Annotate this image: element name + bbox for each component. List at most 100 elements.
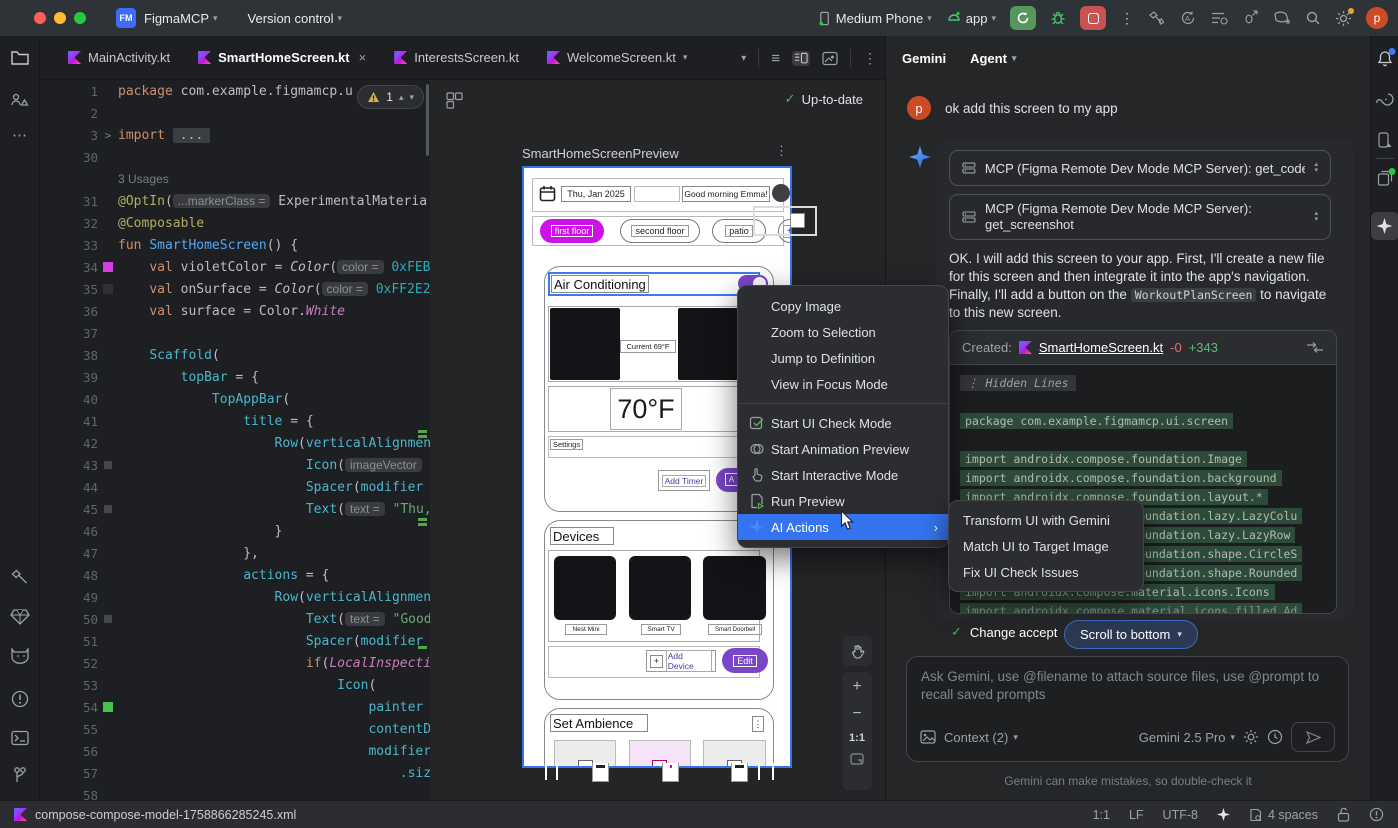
screenshot-icon[interactable] — [822, 51, 838, 66]
history-icon[interactable] — [1267, 729, 1283, 745]
send-button[interactable] — [1291, 722, 1335, 752]
close-window-button[interactable] — [34, 12, 46, 24]
split-editor-icon[interactable] — [792, 51, 810, 66]
project-menu[interactable]: FigmaMCP▾ — [144, 11, 218, 26]
expand-icon[interactable]: ▴▾ — [1314, 211, 1318, 223]
gemini-status-icon[interactable] — [1217, 808, 1230, 821]
stop-button[interactable] — [1080, 6, 1106, 30]
tab-list-dropdown[interactable]: ▾ — [741, 53, 746, 64]
settings-button[interactable] — [1335, 10, 1352, 27]
editor-scrollbar[interactable] — [426, 84, 429, 156]
gemini-input-box[interactable]: Ask Gemini, use @filename to attach sour… — [906, 656, 1349, 762]
pan-tool-button[interactable] — [842, 636, 872, 666]
tab-agent[interactable]: Agent▾ — [970, 51, 1016, 66]
debug-icon[interactable] — [1050, 10, 1066, 26]
edit-button[interactable]: Edit — [722, 648, 768, 673]
tool-call-get-screenshot[interactable]: MCP (Figma Remote Dev Mode MCP Server): … — [949, 194, 1331, 240]
zoom-actual-size-button[interactable]: 1:1 — [849, 732, 865, 744]
menu-item-zoom-to-selection[interactable]: Zoom to Selection — [738, 319, 948, 345]
status-file-name[interactable]: compose-compose-model-1758866285245.xml — [35, 808, 296, 822]
chip-first-floor[interactable]: first floor — [540, 219, 604, 243]
color-swatch-icon[interactable] — [103, 262, 113, 272]
build-icon[interactable] — [1148, 10, 1166, 26]
attach-image-icon[interactable] — [920, 730, 936, 744]
logcat-icon[interactable] — [10, 648, 30, 665]
resource-manager-icon[interactable] — [10, 92, 30, 108]
color-swatch-icon[interactable] — [103, 284, 113, 294]
gear-icon[interactable] — [1243, 729, 1259, 745]
editor-list-icon[interactable]: ≡ — [771, 50, 780, 67]
maximize-window-button[interactable] — [74, 12, 86, 24]
rerun-button[interactable] — [1010, 6, 1036, 30]
submenu-item-transform-ui-with-gemini[interactable]: Transform UI with Gemini — [949, 507, 1143, 533]
code-editor[interactable]: 1package com.example.figmamcp.u23>import… — [40, 80, 430, 800]
next-issue-icon[interactable]: ▾ — [409, 92, 414, 103]
tab-welcomescreen-kt[interactable]: WelcomeScreen.kt▾ — [533, 36, 701, 80]
version-control-icon[interactable] — [12, 766, 28, 784]
preview-options-icon[interactable]: ⋮ — [775, 143, 788, 159]
ambience-options-icon[interactable]: ⋮ — [752, 716, 764, 732]
profiler-icon[interactable] — [1242, 10, 1259, 26]
problems-icon[interactable] — [11, 690, 29, 708]
tool-call-get-code[interactable]: MCP (Figma Remote Dev Mode MCP Server): … — [949, 150, 1331, 186]
fold-icon[interactable]: > — [105, 129, 112, 142]
inspection-widget[interactable]: 1 ▴ ▾ — [357, 85, 424, 109]
running-devices-button[interactable] — [1376, 170, 1393, 187]
zoom-to-fit-icon[interactable] — [850, 753, 864, 765]
run-configuration-selector[interactable]: app▾ — [946, 11, 996, 26]
user-avatar[interactable]: p — [1366, 7, 1388, 29]
close-tab-icon[interactable]: × — [359, 50, 367, 65]
zoom-out-button[interactable]: − — [852, 705, 861, 723]
menu-item-jump-to-definition[interactable]: Jump to Definition — [738, 345, 948, 371]
gutter-preview-icon[interactable] — [104, 505, 112, 513]
line-separator[interactable]: LF — [1129, 808, 1144, 822]
device-tile[interactable] — [703, 556, 766, 620]
prev-issue-icon[interactable]: ▴ — [399, 92, 404, 103]
search-icon[interactable] — [1305, 10, 1321, 26]
gradle-icon[interactable] — [1375, 92, 1395, 107]
caret-position[interactable]: 1:1 — [1093, 808, 1110, 822]
hidden-lines-chip[interactable]: ⋮Hidden Lines — [960, 375, 1076, 391]
zoom-in-button[interactable]: + — [852, 678, 861, 696]
add-device-button[interactable]: + Add Device — [646, 650, 716, 672]
notifications-button[interactable] — [1376, 50, 1393, 67]
usages-hint[interactable]: 3 Usages — [40, 168, 430, 190]
submenu-item-match-ui-to-target-image[interactable]: Match UI to Target Image — [949, 533, 1143, 559]
device-mirror-icon[interactable] — [1273, 11, 1291, 26]
menu-item-view-in-focus-mode[interactable]: View in Focus Mode — [738, 371, 948, 397]
tab-gemini[interactable]: Gemini — [902, 51, 946, 66]
project-folder-icon[interactable] — [10, 50, 29, 66]
device-tile[interactable] — [554, 556, 616, 620]
scroll-to-bottom-button[interactable]: Scroll to bottom▾ — [1064, 620, 1198, 649]
vcs-menu[interactable]: Version control▾ — [248, 11, 343, 26]
minimize-window-button[interactable] — [54, 12, 66, 24]
build-tool-icon[interactable] — [10, 568, 29, 585]
terminal-icon[interactable] — [11, 730, 29, 746]
menu-item-start-interactive-mode[interactable]: Start Interactive Mode — [738, 462, 948, 488]
submenu-item-fix-ui-check-issues[interactable]: Fix UI Check Issues — [949, 559, 1143, 585]
preview-name-label[interactable]: SmartHomeScreenPreview — [522, 146, 679, 161]
model-selector[interactable]: Gemini 2.5 Pro▾ — [1139, 730, 1235, 745]
color-swatch-icon[interactable] — [103, 702, 113, 712]
menu-item-copy-image[interactable]: Copy Image — [738, 293, 948, 319]
gutter-preview-icon[interactable] — [104, 461, 112, 469]
tab-smarthomescreen-kt[interactable]: SmartHomeScreen.kt× — [184, 36, 380, 80]
preview-layout-icon[interactable] — [446, 92, 463, 109]
chevron-down-icon[interactable]: ▾ — [683, 52, 688, 63]
gemini-tool-window-button[interactable] — [1371, 212, 1398, 240]
tab-mainactivity-kt[interactable]: MainActivity.kt — [54, 36, 184, 80]
indent-setting[interactable]: 4 spaces — [1249, 808, 1318, 822]
more-options-button[interactable]: ⋮ — [1120, 10, 1134, 27]
editor-options-icon[interactable]: ⋮ — [863, 50, 877, 67]
context-selector[interactable]: Context (2)▾ — [944, 730, 1018, 745]
ac-add-timer-button[interactable]: Add Timer — [658, 470, 710, 491]
chip-second-floor[interactable]: second floor — [620, 219, 700, 243]
unlock-icon[interactable] — [1337, 807, 1350, 822]
device-manager-icon[interactable] — [1376, 132, 1394, 149]
todo-list-icon[interactable] — [1211, 11, 1228, 25]
menu-item-start-animation-preview[interactable]: Start Animation Preview — [738, 436, 948, 462]
apply-diff-icon[interactable] — [1306, 341, 1324, 354]
menu-item-start-ui-check-mode[interactable]: Start UI Check Mode — [738, 410, 948, 436]
device-tile[interactable] — [629, 556, 691, 620]
notifications-status-icon[interactable] — [1369, 807, 1384, 822]
